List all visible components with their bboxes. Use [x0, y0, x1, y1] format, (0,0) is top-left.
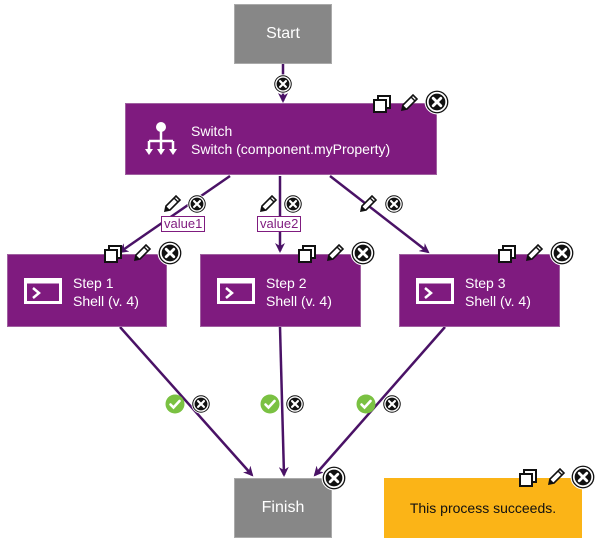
delete-icon[interactable]	[157, 240, 183, 271]
finish-node[interactable]: Finish	[234, 478, 332, 538]
edit-edge-icon[interactable]	[257, 193, 279, 220]
note-text: This process succeeds.	[409, 500, 557, 516]
delete-edge-icon[interactable]	[384, 194, 404, 219]
delete-edge-icon[interactable]	[283, 194, 303, 219]
switch-title: Switch	[191, 123, 233, 139]
copy-icon[interactable]	[372, 94, 392, 119]
edit-icon[interactable]	[324, 242, 346, 269]
delete-icon[interactable]	[350, 240, 376, 271]
copy-icon[interactable]	[297, 244, 317, 269]
step3-title: Step 3	[465, 275, 506, 291]
step2-title: Step 2	[266, 275, 307, 291]
delete-edge-icon[interactable]	[285, 394, 305, 419]
step1-subtitle: Shell (v. 4)	[73, 293, 139, 309]
edge-step3-finish[interactable]	[313, 326, 446, 477]
edit-icon[interactable]	[545, 466, 567, 493]
copy-icon[interactable]	[518, 468, 538, 493]
delete-edge-icon[interactable]	[382, 394, 402, 419]
start-node[interactable]: Start	[234, 4, 332, 64]
edit-edge-icon[interactable]	[357, 193, 379, 220]
delete-icon[interactable]	[549, 240, 575, 271]
success-icon	[165, 394, 185, 419]
delete-edge-icon[interactable]	[273, 74, 293, 99]
step2-subtitle: Shell (v. 4)	[266, 293, 332, 309]
edit-icon[interactable]	[131, 242, 153, 269]
copy-icon[interactable]	[103, 244, 123, 269]
step3-subtitle: Shell (v. 4)	[465, 293, 531, 309]
shell-icon	[217, 278, 255, 304]
switch-icon	[145, 122, 177, 155]
success-icon	[356, 394, 376, 419]
edge-switch-step3[interactable]	[329, 175, 430, 254]
success-icon	[260, 394, 280, 419]
shell-icon	[416, 278, 454, 304]
step1-title: Step 1	[73, 275, 114, 291]
delete-icon[interactable]	[321, 465, 347, 496]
edge-step1-finish[interactable]	[119, 326, 254, 477]
edit-icon[interactable]	[398, 92, 420, 119]
shell-icon	[24, 278, 62, 304]
start-label: Start	[266, 25, 300, 42]
switch-subtitle: Switch (component.myProperty)	[191, 141, 391, 157]
delete-icon[interactable]	[424, 89, 450, 120]
copy-icon[interactable]	[497, 244, 517, 269]
edge-step2-finish[interactable]	[278, 326, 289, 477]
delete-icon[interactable]	[570, 464, 596, 495]
edit-icon[interactable]	[523, 242, 545, 269]
delete-edge-icon[interactable]	[191, 394, 211, 419]
finish-label: Finish	[261, 499, 305, 516]
delete-edge-icon[interactable]	[187, 194, 207, 219]
edit-edge-icon[interactable]	[161, 193, 183, 220]
